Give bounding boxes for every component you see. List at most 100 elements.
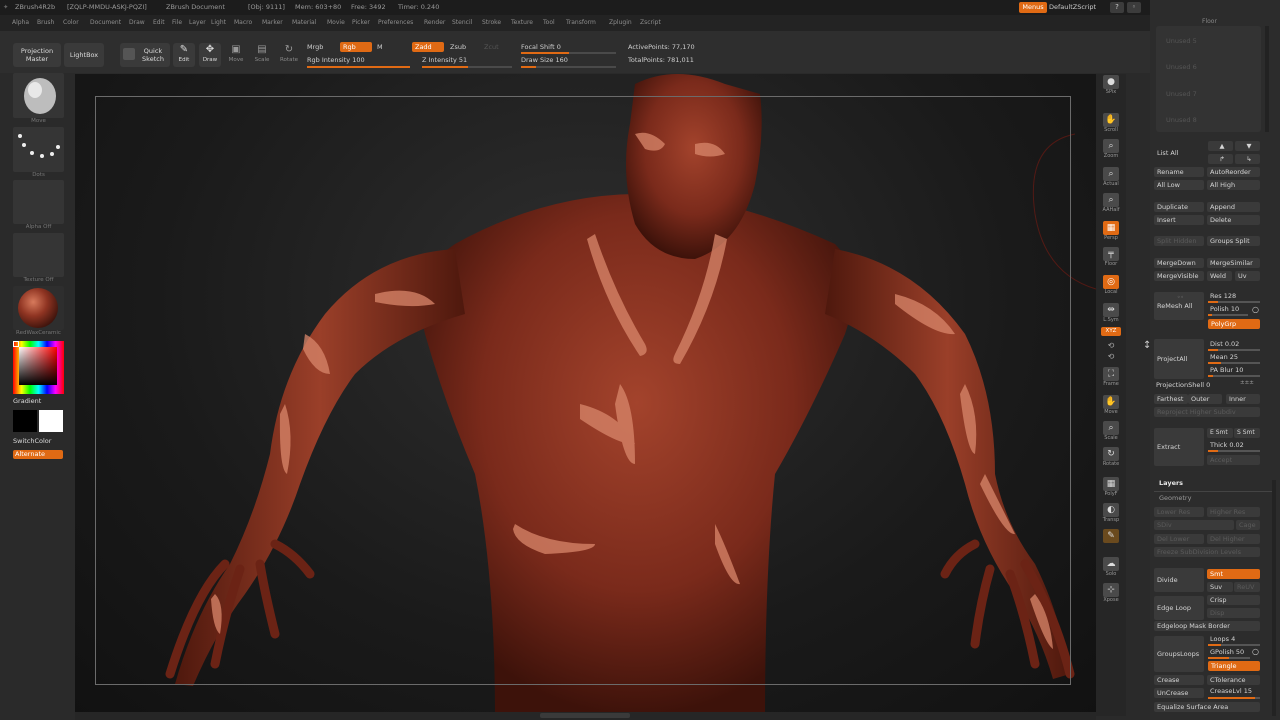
zsub-button[interactable]: Zsub — [450, 43, 466, 51]
gpolish-toggle-icon[interactable]: ○ — [1252, 647, 1259, 656]
menu-macro[interactable]: Macro — [234, 15, 252, 31]
mergevisible-button[interactable]: MergeVisible — [1154, 271, 1204, 281]
menu-color[interactable]: Color — [63, 15, 79, 31]
all-low-button[interactable]: All Low — [1154, 180, 1204, 190]
spix-button[interactable]: ● SPix — [1098, 74, 1124, 98]
m-button[interactable]: M — [377, 43, 383, 51]
menu-material[interactable]: Material — [292, 15, 316, 31]
equalize-surface-area-button[interactable]: Equalize Surface Area — [1154, 702, 1260, 712]
loops-track[interactable] — [1208, 644, 1260, 646]
menu-light[interactable]: Light — [211, 15, 226, 31]
rotation-axis-icons[interactable]: ⟲ ⟲ — [1098, 340, 1124, 362]
z-intensity-track[interactable] — [422, 66, 512, 68]
e-smt-slider[interactable]: E Smt — [1207, 428, 1233, 438]
secondary-color-swatch[interactable] — [13, 410, 37, 432]
insert-button[interactable]: Insert — [1154, 215, 1204, 225]
sdiv-slider[interactable]: SDiv — [1154, 520, 1234, 530]
res-slider[interactable]: Res 128 — [1210, 292, 1236, 300]
projectionshell-slider[interactable]: ProjectionShell 0 — [1156, 381, 1210, 389]
rgb-button[interactable]: Rgb — [340, 42, 372, 52]
menu-render[interactable]: Render — [424, 15, 445, 31]
groups-split-button[interactable]: Groups Split — [1207, 236, 1260, 246]
material-thumbnail[interactable] — [13, 286, 64, 330]
freeze-subdivision-button[interactable]: Freeze SubDivision Levels — [1154, 547, 1260, 557]
append-button[interactable]: Append — [1207, 202, 1260, 212]
canvas-viewport[interactable] — [75, 74, 1096, 716]
lsym-button[interactable]: ⇹ L.Sym — [1098, 302, 1124, 326]
draw-mode-button[interactable]: ✥ Draw — [199, 43, 221, 67]
transp-button[interactable]: ◐ Transp — [1098, 502, 1124, 526]
focal-shift-slider[interactable]: Focal Shift 0 — [521, 43, 561, 51]
z-intensity-slider[interactable]: Z Intensity 51 — [422, 56, 467, 64]
swap-down-icon[interactable]: ↳ — [1235, 154, 1260, 164]
quick-sketch-button[interactable]: Quick Sketch — [120, 43, 170, 67]
main-color-swatch[interactable] — [39, 410, 63, 432]
draw-size-track[interactable] — [521, 66, 616, 68]
frame-button[interactable]: ⛶ Frame — [1098, 366, 1124, 390]
extract-button[interactable]: Extract — [1154, 428, 1204, 466]
xpose-button[interactable]: ⊹ Xpose — [1098, 582, 1124, 606]
local-button[interactable]: ◎ Local — [1098, 274, 1124, 298]
zadd-button[interactable]: Zadd — [412, 42, 444, 52]
uv-button[interactable]: Uv — [1235, 271, 1260, 281]
farthest-button[interactable]: Farthest — [1154, 394, 1188, 404]
triangle-toggle[interactable]: Triangle — [1208, 661, 1260, 671]
mrgb-button[interactable]: Mrgb — [307, 43, 323, 51]
thick-track[interactable] — [1208, 450, 1260, 452]
del-higher-button[interactable]: Del Higher — [1207, 534, 1260, 544]
move-mode-button[interactable]: ▣ Move — [225, 43, 247, 67]
pablur-slider[interactable]: PA Blur 10 — [1210, 366, 1243, 374]
move-up-icon[interactable]: ▲ — [1208, 141, 1233, 151]
texture-thumbnail[interactable] — [13, 233, 64, 277]
menu-zscript[interactable]: Zscript — [640, 15, 661, 31]
alternate-button[interactable]: Alternate — [13, 450, 63, 459]
persp-button[interactable]: ▦ Persp — [1098, 220, 1124, 244]
projection-master-button[interactable]: Projection Master — [13, 43, 61, 67]
s-smt-slider[interactable]: S Smt — [1234, 428, 1260, 438]
color-picker[interactable] — [13, 341, 64, 394]
menu-alpha[interactable]: Alpha — [12, 15, 29, 31]
solo-button[interactable]: ☁ Solo — [1098, 556, 1124, 580]
reproject-higher-subdiv-button[interactable]: Reproject Higher Subdiv — [1154, 407, 1260, 417]
menu-texture[interactable]: Texture — [511, 15, 533, 31]
move-view-button[interactable]: ✋ Move — [1098, 394, 1124, 418]
subtool-scrollbar[interactable] — [1265, 26, 1269, 132]
polish-toggle-icon[interactable]: ○ — [1252, 305, 1259, 314]
aahalf-button[interactable]: ⌕ AAHalf — [1098, 192, 1124, 216]
menu-stencil[interactable]: Stencil — [452, 15, 472, 31]
lower-res-button[interactable]: Lower Res — [1154, 507, 1204, 517]
thick-slider[interactable]: Thick 0.02 — [1210, 441, 1244, 449]
outer-button[interactable]: Outer — [1188, 394, 1222, 404]
draw-size-slider[interactable]: Draw Size 160 — [521, 56, 568, 64]
menu-transform[interactable]: Transform — [566, 15, 596, 31]
menu-stroke[interactable]: Stroke — [482, 15, 501, 31]
color-square[interactable] — [19, 347, 57, 385]
autoreorder-button[interactable]: AutoReorder — [1207, 167, 1260, 177]
gpolish-track[interactable] — [1208, 657, 1250, 659]
split-hidden-button[interactable]: Split Hidden — [1154, 236, 1204, 246]
help-icon[interactable]: ? — [1110, 2, 1124, 13]
menu-layer[interactable]: Layer — [189, 15, 206, 31]
mergedown-button[interactable]: MergeDown — [1154, 258, 1204, 268]
edit-mode-button[interactable]: ✎ Edit — [173, 43, 195, 67]
crease-button[interactable]: Crease — [1154, 675, 1204, 685]
menu-draw[interactable]: Draw — [129, 15, 145, 31]
shell-options-icon[interactable]: ±±± — [1240, 380, 1254, 386]
subtool-slot[interactable]: Unused 5 — [1166, 37, 1197, 45]
divide-button[interactable]: Divide — [1154, 568, 1204, 592]
brush-thumbnail[interactable] — [13, 73, 64, 118]
menus-button[interactable]: Menus — [1019, 2, 1047, 13]
ghost-button[interactable]: ✎ — [1098, 528, 1124, 552]
reuv-toggle[interactable]: ReUV — [1234, 582, 1260, 592]
loops-slider[interactable]: Loops 4 — [1210, 635, 1235, 643]
reset-icon[interactable]: ◦ — [1127, 2, 1141, 13]
polygrp-button[interactable]: PolyGrp — [1208, 319, 1260, 329]
inner-button[interactable]: Inner — [1226, 394, 1260, 404]
move-down-icon[interactable]: ▼ — [1235, 141, 1260, 151]
scale-mode-button[interactable]: ▤ Scale — [251, 43, 273, 67]
layers-section-header[interactable]: Layers — [1159, 479, 1183, 487]
menu-movie[interactable]: Movie — [327, 15, 345, 31]
subtool-slot[interactable]: Unused 7 — [1166, 90, 1197, 98]
menu-document[interactable]: Document — [90, 15, 121, 31]
smt-toggle[interactable]: Smt — [1207, 569, 1260, 579]
